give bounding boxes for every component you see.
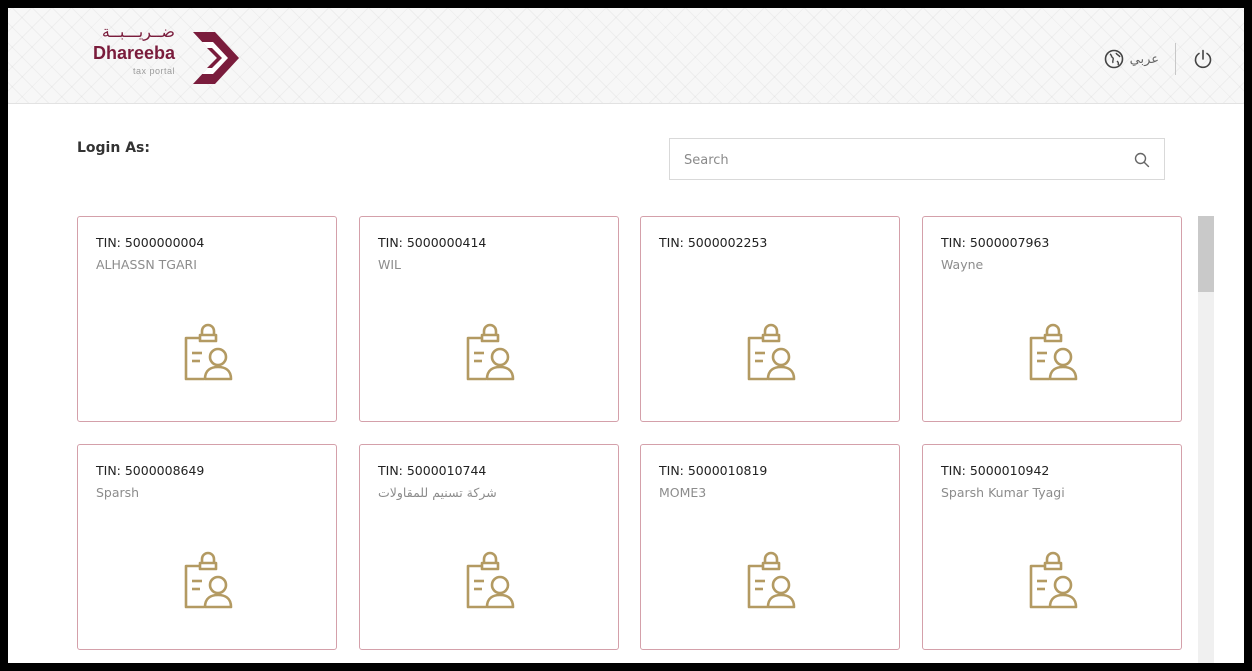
language-toggle[interactable]: عربي [1130,52,1159,67]
taxpayer-profile-icon [747,551,796,609]
account-name: شركة تسنيم للمقاولات [378,485,497,500]
account-tin: TIN: 5000010942 [941,463,1050,478]
account-name: Sparsh Kumar Tyagi [941,485,1065,500]
account-name: Wayne [941,257,984,272]
taxpayer-profile-icon [747,323,796,381]
account-card[interactable]: TIN: 5000000414 WIL [359,216,619,422]
dhareeba-mark-icon [193,32,239,84]
search-box [669,138,1165,180]
scrollbar[interactable] [1198,216,1214,663]
account-tin: TIN: 5000008649 [96,463,205,478]
power-icon[interactable] [1192,48,1214,70]
page-title: Login As: [77,140,150,156]
logo-name: Dhareeba [92,43,175,63]
search-input[interactable] [682,149,1116,171]
taxpayer-profile-icon [466,551,515,609]
header-actions: عربي [1104,42,1214,76]
account-name: ALHASSN TGARI [96,257,197,272]
logo-tagline: tax portal [132,66,175,76]
logo-arabic-text: ضــريـــبــة [101,22,175,41]
taxpayer-profile-icon [184,323,233,381]
account-name: MOME3 [659,485,707,500]
account-card[interactable]: TIN: 5000007963 Wayne [922,216,1182,422]
account-card[interactable]: TIN: 5000010819 MOME3 [640,444,900,650]
taxpayer-profile-icon [1029,551,1078,609]
account-tin: TIN: 5000000414 [378,235,487,250]
account-tin: TIN: 5000010819 [659,463,768,478]
account-tin: TIN: 5000010744 [378,463,487,478]
account-tin: TIN: 5000000004 [96,235,205,250]
header: ضــريـــبــة Dhareeba tax portal عربي [8,8,1244,104]
account-tin: TIN: 5000007963 [941,235,1050,250]
account-grid: TIN: 5000000004 ALHASSN TGARI TIN: 50000… [77,216,1185,663]
account-card[interactable]: TIN: 5000002253 [640,216,900,422]
account-name: Sparsh [96,485,140,500]
account-card[interactable]: TIN: 5000008649 Sparsh [77,444,337,650]
account-tin: TIN: 5000002253 [659,235,768,250]
login-as-page: ضــريـــبــة Dhareeba tax portal عربي Lo… [8,8,1244,663]
taxpayer-profile-icon [184,551,233,609]
taxpayer-profile-icon [466,323,515,381]
account-card[interactable]: TIN: 5000010744 شركة تسنيم للمقاولات [359,444,619,650]
globe-icon [1104,49,1123,69]
account-card[interactable]: TIN: 5000010942 Sparsh Kumar Tyagi [922,444,1182,650]
dhareeba-logo[interactable]: ضــريـــبــة Dhareeba tax portal [83,22,253,92]
account-name: WIL [378,257,402,272]
scrollbar-thumb[interactable] [1198,216,1214,292]
search-icon[interactable] [1134,152,1150,168]
taxpayer-profile-icon [1029,323,1078,381]
account-card[interactable]: TIN: 5000000004 ALHASSN TGARI [77,216,337,422]
header-divider [1175,43,1176,75]
